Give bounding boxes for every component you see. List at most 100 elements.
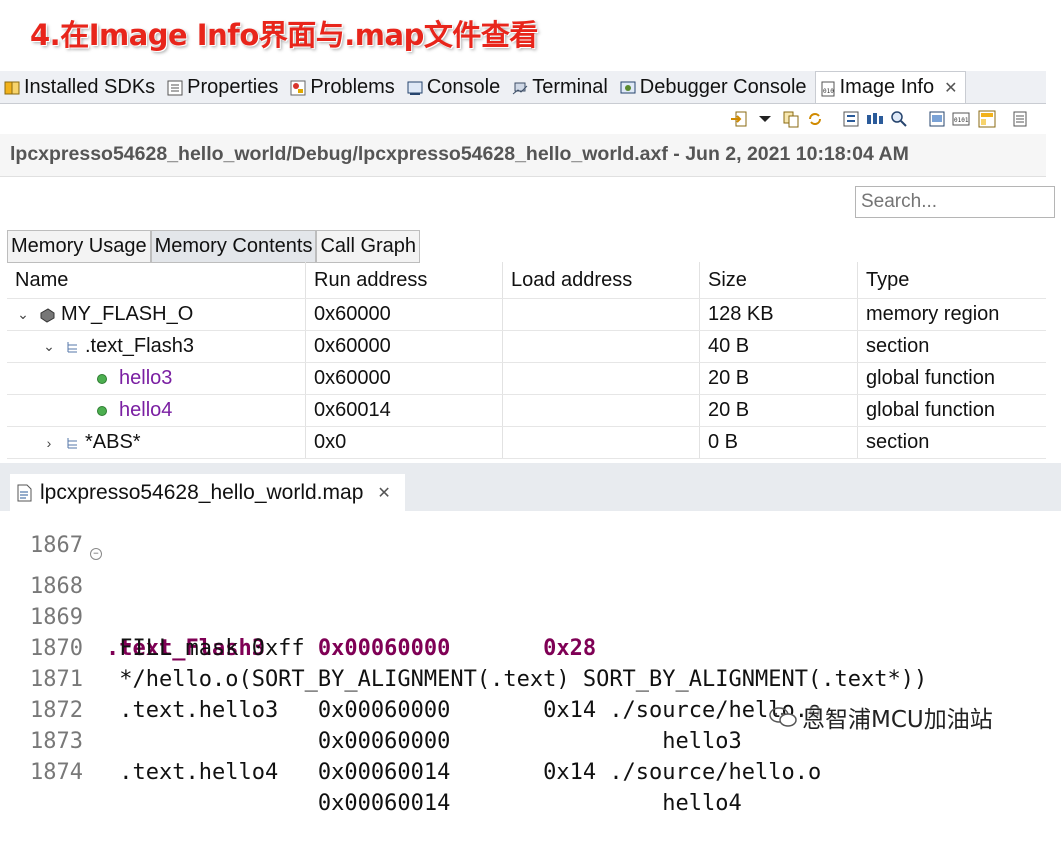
section-icon (67, 341, 77, 352)
name-cell: › *ABS* (7, 427, 306, 458)
chevron-down-icon[interactable] (756, 110, 774, 128)
sdk-icon (4, 79, 20, 95)
run-address-cell: 0x60000 (306, 299, 503, 330)
tab-properties[interactable]: Properties (163, 71, 286, 103)
table-row[interactable]: ⌄ MY_FLASH_O 0x60000 128 KB memory regio… (7, 299, 1046, 331)
fold-toggle-icon[interactable]: − (90, 548, 102, 560)
wechat-icon (769, 707, 797, 727)
svg-text:010: 010 (823, 88, 834, 95)
copy-icon[interactable] (782, 110, 800, 128)
name-cell: hello4 (7, 395, 306, 426)
binary-view-icon[interactable]: 0101 (952, 110, 970, 128)
table-row[interactable]: ⌄ .text_Flash3 0x60000 40 B section (7, 331, 1046, 363)
memory-contents-table: Name Run address Load address Size Type … (7, 262, 1046, 459)
view-menu-icon[interactable] (1012, 110, 1030, 128)
problems-icon (290, 79, 306, 96)
function-dot-icon (97, 405, 107, 416)
tab-terminal[interactable]: Terminal (508, 71, 616, 103)
page-heading: 4.在Image Info界面与.map文件查看 (30, 18, 538, 52)
watermark: 恩智浦MCU加油站 (768, 697, 993, 737)
row-name: MY_FLASH_O (61, 303, 194, 325)
view-toolbar: 0101 (0, 104, 1046, 134)
load-address-cell (503, 331, 700, 362)
tab-label: Image Info (839, 76, 935, 98)
import-icon[interactable] (730, 110, 748, 128)
code-line: 1872 0x00060000 hello3 (0, 664, 1061, 754)
terminal-icon (512, 79, 528, 95)
search-icon[interactable] (890, 110, 908, 128)
table-row[interactable]: hello4 0x60014 20 B global function (7, 395, 1046, 427)
column-header-size[interactable]: Size (700, 262, 858, 298)
type-cell: section (866, 431, 930, 453)
code-line: 1871 .text.hello3 0x00060000 0x14 ./sour… (0, 633, 1061, 723)
line-text: 0x00060014 hello4 (106, 791, 742, 816)
image-path-text: lpcxpresso54628_hello_world/Debug/lpcxpr… (10, 143, 909, 165)
row-name: *ABS* (85, 431, 141, 453)
refresh-icon[interactable] (806, 110, 824, 128)
tab-label: Terminal (532, 75, 608, 98)
image-path-bar: lpcxpresso54628_hello_world/Debug/lpcxpr… (0, 134, 1046, 177)
tab-installed-sdks[interactable]: Installed SDKs (0, 71, 163, 103)
layout-icon[interactable] (978, 110, 996, 128)
name-cell: ⌄ .text_Flash3 (7, 331, 306, 362)
chevron-down-icon[interactable]: ⌄ (41, 338, 57, 355)
table-row[interactable]: › *ABS* 0x0 0 B section (7, 427, 1046, 459)
load-address-cell (503, 427, 700, 458)
sort-icon[interactable] (842, 110, 860, 128)
row-name: hello4 (119, 399, 173, 421)
size-cell: 40 B (700, 331, 858, 362)
code-line: 1867 (0, 499, 1061, 558)
section-icon (67, 437, 77, 448)
export-icon[interactable] (928, 110, 946, 128)
run-address-cell: 0x60000 (306, 363, 503, 394)
size-cell: 128 KB (700, 299, 858, 330)
size-cell: 0 B (700, 427, 858, 458)
row-name: hello3 (119, 367, 173, 389)
image-info-subtabs: Memory Usage Memory Contents Call Graph (7, 230, 421, 263)
size-cell: 20 B (700, 363, 858, 394)
watermark-text: 恩智浦MCU加油站 (802, 707, 993, 733)
load-address-cell (503, 299, 700, 330)
tab-problems[interactable]: Problems (286, 71, 402, 103)
tab-label: Properties (187, 75, 279, 98)
type-cell: global function (866, 399, 995, 421)
size-cell: 20 B (700, 395, 858, 426)
code-line: 1870 */hello.o(SORT_BY_ALIGNMENT(.text) … (0, 602, 1061, 692)
run-address-cell: 0x0 (306, 427, 503, 458)
tab-debugger-console[interactable]: Debugger Console (616, 71, 815, 103)
name-cell: hello3 (7, 363, 306, 394)
close-icon[interactable]: ✕ (944, 78, 957, 98)
column-header-type[interactable]: Type (858, 262, 1046, 298)
tab-memory-usage[interactable]: Memory Usage (7, 230, 151, 262)
image-info-icon: 010 (820, 80, 836, 96)
debugger-console-icon (620, 79, 636, 95)
column-header-name[interactable]: Name (7, 262, 306, 298)
chevron-right-icon[interactable]: › (41, 435, 57, 451)
tab-label: Console (426, 75, 501, 98)
column-header-load-address[interactable]: Load address (503, 262, 700, 298)
run-address-cell: 0x60014 (306, 395, 503, 426)
table-header-row: Name Run address Load address Size Type (7, 262, 1046, 299)
search-input[interactable] (855, 186, 1055, 218)
tab-label: Installed SDKs (24, 75, 156, 98)
properties-icon (167, 79, 183, 96)
console-icon (407, 79, 423, 95)
code-line: 1868 − .text_Flash3 0x00060000 0x28 (0, 540, 1061, 661)
columns-icon[interactable] (866, 110, 884, 128)
chevron-down-icon[interactable]: ⌄ (15, 306, 31, 323)
table-row[interactable]: hello3 0x60000 20 B global function (7, 363, 1046, 395)
load-address-cell (503, 395, 700, 426)
type-cell: section (866, 335, 930, 357)
row-name: .text_Flash3 (85, 335, 194, 357)
column-header-run-address[interactable]: Run address (306, 262, 503, 298)
view-tab-strip: Installed SDKs Properties Problems Conso… (0, 71, 1046, 104)
tab-label: Debugger Console (639, 75, 807, 98)
svg-text:0101: 0101 (954, 117, 969, 124)
tab-console[interactable]: Console (403, 71, 508, 103)
tab-memory-contents[interactable]: Memory Contents (150, 230, 317, 262)
function-dot-icon (97, 373, 107, 384)
tab-image-info[interactable]: 010 Image Info ✕ (814, 71, 967, 103)
run-address-cell: 0x60000 (306, 331, 503, 362)
type-cell: global function (866, 367, 995, 389)
tab-call-graph[interactable]: Call Graph (316, 230, 421, 262)
